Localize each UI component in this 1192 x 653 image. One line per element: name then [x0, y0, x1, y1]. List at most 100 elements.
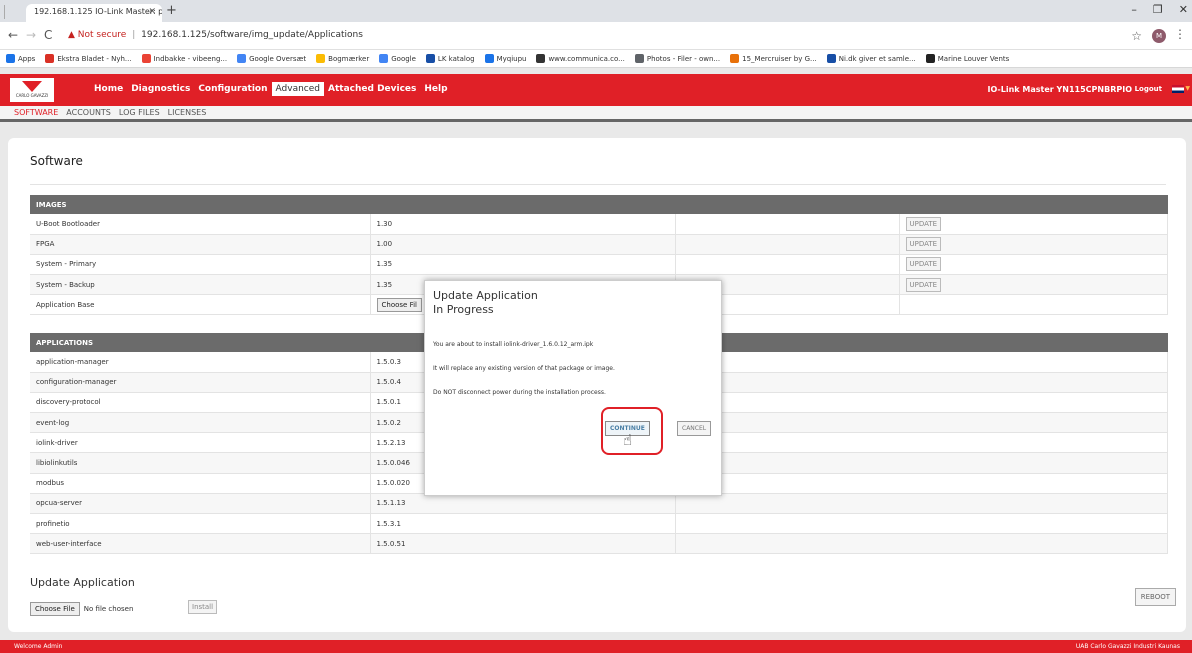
update-button[interactable]: UPDATE: [905, 237, 942, 252]
tab-accounts[interactable]: ACCOUNTS: [66, 108, 111, 117]
language-dropdown-icon[interactable]: ▼: [1185, 85, 1190, 92]
bookmark-item[interactable]: Ni.dk giver et samle...: [826, 53, 916, 64]
image-name: FPGA: [30, 234, 371, 255]
bookmark-item[interactable]: Indbakke - vibeeng...: [141, 53, 228, 64]
image-action-cell: UPDATE: [899, 274, 1168, 296]
image-version-cell: 1.35: [370, 254, 676, 276]
update-button[interactable]: UPDATE: [905, 257, 942, 272]
modal-power-warning: Do NOT disconnect power during the insta…: [433, 389, 606, 396]
back-icon[interactable]: ←: [8, 28, 18, 42]
nav-attached-devices[interactable]: Attached Devices: [324, 82, 420, 96]
bookmark-favicon-icon: [237, 54, 247, 63]
modal-replace-message: It will replace any existing version of …: [433, 365, 615, 372]
minimize-icon[interactable]: –: [1131, 3, 1137, 16]
bookmark-star-icon[interactable]: ☆: [1131, 29, 1142, 43]
application-spacer-cell: [675, 493, 1168, 515]
bookmark-item[interactable]: www.communica.co...: [536, 53, 625, 64]
nav-advanced[interactable]: Advanced: [271, 82, 324, 96]
application-name: iolink-driver: [30, 432, 371, 454]
restore-icon[interactable]: ❐: [1153, 3, 1163, 16]
tab-close-icon[interactable]: ✕: [148, 7, 156, 17]
update-button[interactable]: UPDATE: [905, 216, 942, 231]
tab-software[interactable]: SOFTWARE: [14, 108, 58, 117]
bookmark-favicon-icon: [925, 54, 935, 63]
image-name: U-Boot Bootloader: [30, 214, 371, 235]
bookmark-item[interactable]: Photos - Filer - own...: [634, 53, 720, 64]
bookmark-favicon-icon: [826, 54, 836, 63]
image-version-cell: 1.30: [370, 214, 676, 235]
bookmark-item[interactable]: Google Oversæt: [237, 53, 306, 64]
bookmark-item[interactable]: Myqiupu: [484, 53, 527, 64]
bookmark-item[interactable]: Ekstra Bladet - Nyh...: [45, 53, 132, 64]
new-tab-icon[interactable]: +: [166, 3, 177, 18]
bookmark-item[interactable]: Bogmærker: [316, 53, 369, 64]
language-flag-icon[interactable]: [1172, 85, 1184, 93]
forward-icon[interactable]: →: [26, 28, 36, 42]
application-name: event-log: [30, 412, 371, 434]
bookmark-label: Apps: [18, 54, 36, 63]
tab-title: 192.168.1.125 IO-Link Master: pa: [34, 7, 162, 16]
image-action-cell: [899, 294, 1168, 316]
bookmark-label: www.communica.co...: [548, 54, 625, 63]
application-spacer-cell: [675, 352, 1168, 373]
security-status: Not secure: [77, 30, 127, 40]
bookmark-label: 15_Mercruiser by G...: [742, 54, 817, 63]
image-spacer-cell: [675, 234, 900, 255]
install-button[interactable]: Install: [188, 600, 218, 614]
cancel-button[interactable]: CANCEL: [677, 421, 712, 436]
bookmark-item[interactable]: LK katalog: [425, 53, 475, 64]
modal-install-message: You are about to install iolink-driver_1…: [433, 341, 594, 348]
logo-text: CARLO GAVAZZI: [15, 93, 49, 98]
window-controls: – ❐ ✕: [1131, 3, 1188, 16]
application-spacer-cell: [675, 473, 1168, 494]
close-window-icon[interactable]: ✕: [1179, 3, 1188, 16]
application-version: 1.5.0.51: [370, 533, 676, 555]
image-version-cell: 1.00: [370, 234, 676, 255]
app-header: CARLO GAVAZZI Home Diagnostics Configura…: [0, 74, 1192, 106]
browser-menu-icon[interactable]: ⋮: [1174, 27, 1186, 41]
bookmark-label: LK katalog: [437, 54, 475, 63]
images-header: IMAGES: [30, 195, 1168, 214]
application-spacer-cell: [675, 452, 1168, 474]
reload-icon[interactable]: C: [44, 28, 52, 42]
bookmark-label: Marine Louver Vents: [937, 54, 1010, 63]
bookmark-item[interactable]: Marine Louver Vents: [925, 53, 1010, 64]
bookmark-item[interactable]: Apps: [6, 53, 35, 64]
application-base-choose-file-button[interactable]: Choose Fil: [376, 297, 422, 312]
application-version: 1.5.3.1: [370, 513, 676, 535]
tab-licenses[interactable]: LICENSES: [168, 108, 207, 117]
nav-diagnostics[interactable]: Diagnostics: [127, 82, 194, 96]
table-row: FPGA 1.00 UPDATE: [30, 234, 1168, 255]
bookmark-label: Indbakke - vibeeng...: [153, 54, 228, 63]
bookmark-item[interactable]: Google: [379, 53, 416, 64]
choose-file-button[interactable]: Choose File: [30, 602, 80, 616]
tab-log-files[interactable]: LOG FILES: [119, 108, 160, 117]
url-text: 192.168.1.125/software/img_update/Applic…: [141, 30, 363, 40]
bookmark-favicon-icon: [634, 54, 644, 63]
logout-link[interactable]: Logout: [1135, 85, 1162, 93]
bookmark-label: Google Oversæt: [249, 54, 307, 63]
browser-tab[interactable]: 192.168.1.125 IO-Link Master: pa ✕: [26, 4, 162, 22]
update-application-modal: Update Application In Progress You are a…: [424, 280, 722, 496]
reboot-button[interactable]: REBOOT: [1134, 588, 1176, 606]
profile-avatar[interactable]: M: [1152, 29, 1166, 43]
nav-home[interactable]: Home: [90, 82, 127, 96]
image-name: System - Primary: [30, 254, 371, 276]
nav-configuration[interactable]: Configuration: [194, 82, 271, 96]
update-button[interactable]: UPDATE: [905, 277, 942, 292]
bookmark-label: Ekstra Bladet - Nyh...: [57, 54, 132, 63]
url-input[interactable]: ▲ Not secure | 192.168.1.125/software/im…: [62, 26, 1132, 46]
bookmark-favicon-icon: [379, 54, 389, 63]
bookmark-label: Myqiupu: [496, 54, 527, 63]
url-separator: |: [132, 30, 136, 40]
carlo-gavazzi-logo[interactable]: CARLO GAVAZZI: [10, 78, 54, 102]
footer: Welcome Admin UAB Carlo Gavazzi Industri…: [0, 640, 1192, 653]
nav-help[interactable]: Help: [420, 82, 451, 96]
bookmark-item[interactable]: 15_Mercruiser by G...: [730, 53, 817, 64]
image-name: Application Base: [30, 294, 371, 316]
bookmark-favicon-icon: [316, 54, 326, 63]
application-spacer-cell: [675, 412, 1168, 434]
application-name: application-manager: [30, 352, 371, 373]
bookmark-favicon-icon: [536, 54, 546, 63]
logo-triangle: [22, 81, 42, 92]
